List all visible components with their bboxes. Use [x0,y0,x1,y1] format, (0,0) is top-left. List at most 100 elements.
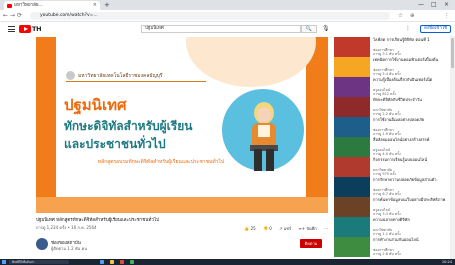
channel-avatar[interactable] [36,238,48,250]
recommendation-title[interactable]: ความฉลาดทางดิจิทัล [373,217,451,227]
recommendation-item[interactable]: ความรู้เบื้องต้นเกี่ยวกับอินเทอร์เน็ต ครู… [334,77,452,97]
like-button[interactable]: 👍 25 [244,226,255,231]
recommendation-title[interactable]: ความรู้เบื้องต้นเกี่ยวกับอินเทอร์เน็ต [373,77,451,87]
save-button[interactable]: ≡+ บันทึก [298,226,316,231]
recommendation-title[interactable]: เทคนิคการใช้งานคอมพิวเตอร์เบื้องต้น [373,57,451,67]
recommendation-thumbnail[interactable] [334,137,370,157]
maximize-button[interactable]: □ [431,0,437,10]
recommendation-item[interactable]: ทักษะดิจิทัลกับชีวิตประจำวัน มหาวิทยาลัยก… [334,97,452,117]
recommendation-thumbnail[interactable] [334,217,370,237]
recommendation-title[interactable]: กิจกรรมการเรียนรู้แบบออนไลน์ [373,157,451,167]
address-bar-row: ← → ⟳ youtube.com/watch?v=... ☆ ⊕ ⋮ [0,10,455,22]
recommendation-title[interactable]: การทำงานร่วมกันออนไลน์ [373,237,451,247]
windows-start-icon[interactable] [2,260,6,264]
recommendation-title[interactable]: การใช้งานอีเมลอย่างปลอดภัย [373,117,451,127]
more-actions-button[interactable]: ⋯ [324,226,328,231]
divider [66,81,206,82]
recommendation-views: การดู 975 ครั้ง [373,172,397,176]
tab-close-icon[interactable]: × [93,1,97,10]
page-scrollbar[interactable] [450,36,455,259]
bookmark-star-icon[interactable]: ☆ [398,12,403,21]
recommendation-item[interactable]: กิจกรรมการเรียนรู้แบบออนไลน์ มหาวิทยาลัยก… [334,157,452,177]
recommendation-item[interactable]: สื่อสังคมออนไลน์อย่างสร้างสรรค์ ครูออนไลน… [334,137,452,157]
recommendation-thumbnail[interactable] [334,237,370,257]
scrollbar-thumb[interactable] [451,38,454,68]
mic-icon[interactable]: 🎙 [322,25,330,33]
taskbar-clock: 10:24 [441,260,452,264]
recommendation-title[interactable]: สื่อสังคมออนไลน์อย่างสร้างสรรค์ [373,137,451,147]
recommendation-thumbnail[interactable] [334,197,370,217]
recommendation-thumbnail[interactable] [334,117,370,137]
recommendation-thumbnail[interactable] [334,157,370,177]
recommendation-views: การดู 2.8 พัน ครั้ง [373,252,401,256]
recommendation-item[interactable]: การใช้งานอีเมลอย่างปลอดภัย ช่องการศึกษา กา… [334,117,452,137]
recommendation-thumbnail[interactable] [334,37,370,57]
channel-subscribers: ผู้ติดตาม 1.2 พัน คน [51,246,87,251]
subscribe-button[interactable]: ติดตาม [300,239,322,248]
recommendation-views: การดู 1.1 พัน ครั้ง [373,232,401,236]
recommendation-item[interactable]: การค้นหาข้อมูลบนเว็บอย่างมีประสิทธิภาพ คร… [334,197,452,217]
recommendation-title[interactable]: การรักษาความปลอดภัยข้อมูลส่วนตัว [373,177,451,187]
minimize-button[interactable]: — [418,0,424,10]
recommendation-views: การดู 5.4 พัน ครั้ง [373,72,401,76]
recommendation-item[interactable]: ไลฟ์สด การเรียนรู้ดิจิทัล ตอนที่ 1 ช่องกา… [334,37,452,57]
url-field[interactable]: youtube.com/watch?v=... [30,12,390,20]
taskbar-app-icon[interactable] [110,260,114,264]
browser-tab-bar: มหาวิทยาลัย... × + — □ × [0,0,455,10]
recommendation-title[interactable]: ไลฟ์สด การเรียนรู้ดิจิทัล ตอนที่ 1 [373,37,451,47]
decor-wave [186,37,316,87]
recommendation-thumbnail[interactable] [334,97,370,117]
recommendations-list: ไลฟ์สด การเรียนรู้ดิจิทัล ตอนที่ 1 ช่องกา… [334,37,452,259]
taskbar-search-input[interactable]: พิมพ์ที่นี่เพื่อค้นหา [9,260,69,264]
recommendation-views: การดู 3.3 พัน ครั้ง [373,212,401,216]
video-player[interactable]: มหาวิทยาลัยเทคโนโลยีราชมงคลธัญบุรี ปฐมนิ… [36,37,328,213]
university-name: มหาวิทยาลัยเทคโนโลยีราชมงคลธัญบุรี [78,73,163,79]
taskbar-app-icon[interactable] [120,260,124,264]
recommendation-views: การดู 2.2 พัน ครั้ง [373,112,401,116]
slide-subtitle-1: ทักษะดิจิทัลสำหรับผู้เรียน [64,119,193,133]
youtube-favicon-icon [7,3,12,8]
recommendation-views: การดู 1.9 พัน ครั้ง [373,132,401,136]
video-meta: การดู 1,234 ครั้ง • 16 ก.ค. 2564 [36,225,97,230]
recommendation-title[interactable]: การค้นหาข้อมูลบนเว็บอย่างมีประสิทธิภาพ [373,197,451,207]
search-button[interactable]: 🔍 [301,25,317,33]
video-title: ปฐมนิเทศ หลักสูตรทักษะดิจิทัลสำหรับผู้เร… [36,218,159,223]
browser-tab[interactable]: มหาวิทยาลัย... × [4,1,100,10]
recommendation-thumbnail[interactable] [334,57,370,77]
course-line: หลักสูตรอบรมทักษะดิจิทัลสำหรับผู้เรียนแล… [97,159,225,165]
extension-icon[interactable]: ⊕ [410,12,415,21]
recommendation-thumbnail[interactable] [334,77,370,97]
presenter-illustration [250,102,278,171]
recommendation-title[interactable]: ทักษะดิจิทัลกับชีวิตประจำวัน [373,97,451,107]
search-input[interactable]: ปฐมนิเทศ [141,25,301,33]
settings-icon[interactable]: ⋮ [405,25,411,33]
recommendation-item[interactable]: การรักษาความปลอดภัยข้อมูลส่วนตัว ช่องการศ… [334,177,452,197]
recommendation-item[interactable]: การทำงานร่วมกันออนไลน์ ช่องการศึกษา การดู … [334,237,452,257]
youtube-header: TH ปฐมนิเทศ 🔍 🎙 ⋮ ลงชื่อเข้าใช้ [0,22,455,36]
back-icon[interactable]: ← [3,11,8,21]
decor-orange-left [36,37,56,213]
taskbar-app-icon[interactable] [100,260,104,264]
recommendation-thumbnail[interactable] [334,177,370,197]
recommendation-item[interactable]: เทคนิคการใช้งานคอมพิวเตอร์เบื้องต้น ช่องก… [334,57,452,77]
recommendation-views: การดู 4.0 พัน ครั้ง [373,152,401,156]
slide-subtitle-2: และประชาชนทั่วไป [64,137,166,151]
reload-icon[interactable]: ⟳ [17,11,22,21]
browser-menu-icon[interactable]: ⋮ [444,12,450,21]
new-tab-button[interactable]: + [104,0,110,10]
forward-icon[interactable]: → [10,11,15,21]
taskbar: พิมพ์ที่นี่เพื่อค้นหา 10:24 [0,259,455,265]
sign-in-button[interactable]: ลงชื่อเข้าใช้ [420,25,452,33]
hamburger-menu-icon[interactable] [8,26,15,32]
recommendation-views: การดู 6.7 พัน ครั้ง [373,192,401,196]
share-button[interactable]: ↗ แชร์ [279,226,291,231]
recommendation-views: การดู 812 ครั้ง [373,92,397,96]
recommendation-item[interactable]: ความฉลาดทางดิจิทัล มหาวิทยาลัย การดู 1.1 พ… [334,217,452,237]
youtube-wordmark[interactable]: TH [32,25,42,33]
university-logo-icon [66,71,75,80]
slide-title: ปฐมนิเทศ [64,96,127,114]
close-window-button[interactable]: × [444,0,449,10]
youtube-logo-icon[interactable] [19,25,31,33]
taskbar-app-icon[interactable] [130,260,134,264]
dislike-button[interactable]: 👎 0 [263,226,272,231]
